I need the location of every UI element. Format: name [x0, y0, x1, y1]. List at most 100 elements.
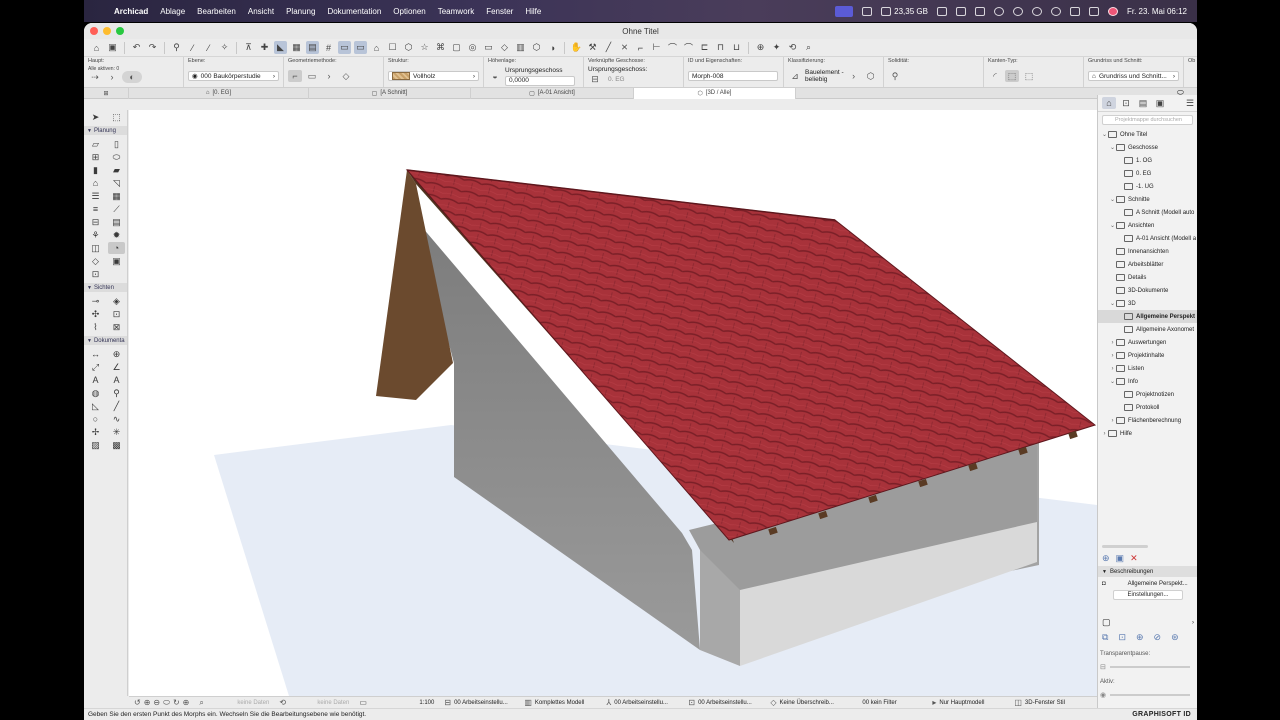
- menu-planung[interactable]: Planung: [280, 7, 321, 16]
- layers-icon[interactable]: ☐: [386, 41, 399, 54]
- tree-item[interactable]: -1. UG: [1098, 180, 1197, 193]
- tree-item[interactable]: 0. EG: [1098, 167, 1197, 180]
- skylight-tool-icon[interactable]: ▣: [108, 255, 125, 267]
- dimension-tool-icon[interactable]: ↔: [87, 348, 104, 360]
- tree-item[interactable]: Allgemeine Perspekt: [1098, 310, 1197, 323]
- edge-hidden-icon[interactable]: ⬚: [1022, 70, 1036, 82]
- tree-item[interactable]: Protokoll: [1098, 401, 1197, 414]
- ramp-tool-icon[interactable]: ⟋: [108, 203, 125, 215]
- disclosure-icon[interactable]: ⌄: [1109, 222, 1116, 229]
- trace-move-icon[interactable]: ⊕: [1136, 632, 1144, 643]
- lock-icon[interactable]: ⌂: [370, 41, 383, 54]
- mail-icon[interactable]: [974, 6, 985, 16]
- gravity-icon[interactable]: ▤: [306, 41, 319, 54]
- layout-book-icon[interactable]: ▤: [1136, 97, 1150, 109]
- hotspot-tool-icon[interactable]: ✢: [87, 426, 104, 438]
- menu-ablage[interactable]: Ablage: [154, 7, 191, 16]
- fillet-icon[interactable]: ⌒: [666, 41, 679, 54]
- toolbox-planung-header[interactable]: ▼ Planung: [84, 126, 127, 135]
- tree-item[interactable]: Innenansichten: [1098, 245, 1197, 258]
- storage-indicator[interactable]: 23,35 GB: [881, 6, 928, 16]
- classification-select[interactable]: ⊿ Bauelement - beliebig › ⬡: [788, 66, 879, 86]
- syringe-icon[interactable]: ⁄: [202, 41, 215, 54]
- polyline-tool-icon[interactable]: ╱: [108, 400, 125, 412]
- pillar-tool-icon[interactable]: ▮: [87, 164, 104, 176]
- figure-tool-icon[interactable]: ▨: [87, 439, 104, 451]
- home-story-value[interactable]: 0. EG: [608, 76, 625, 83]
- arrange-icon[interactable]: ⊕: [754, 41, 767, 54]
- beschreibungen-header[interactable]: ▼ Beschreibungen: [1098, 566, 1197, 577]
- section-tool-icon[interactable]: ⊸: [87, 295, 104, 307]
- wall-icon[interactable]: ◐: [122, 71, 142, 83]
- tree-item[interactable]: Details: [1098, 271, 1197, 284]
- disclosure-icon[interactable]: ⌄: [1109, 144, 1116, 151]
- tree-item[interactable]: › Projektinhalte: [1098, 349, 1197, 362]
- renovation-filter-select[interactable]: 00 kein Filter: [857, 700, 927, 706]
- trace-icon[interactable]: ✚: [258, 41, 271, 54]
- scale-field[interactable]: ▭ 1:100: [354, 698, 439, 707]
- align-icon[interactable]: ⊓: [714, 41, 727, 54]
- tab-section[interactable]: ▢ [A Schnitt]: [309, 87, 471, 99]
- circle-tool-icon[interactable]: ○: [87, 413, 104, 425]
- structure-display-select[interactable]: ▥ Komplettes Modell: [519, 698, 601, 707]
- disclosure-icon[interactable]: ›: [1101, 431, 1108, 437]
- maximize-window-button[interactable]: [116, 27, 124, 35]
- split-icon[interactable]: ⊢: [650, 41, 663, 54]
- layer-select[interactable]: ◉ 000 Baukörperstudie ›: [188, 71, 279, 81]
- menu-optionen[interactable]: Optionen: [387, 7, 431, 16]
- screen-record-icon[interactable]: [835, 5, 854, 17]
- wifi-icon[interactable]: [1050, 6, 1061, 16]
- undo-icon[interactable]: ↶: [130, 41, 143, 54]
- marquee-tool-icon[interactable]: ⬚: [108, 111, 125, 123]
- minimize-window-button[interactable]: [103, 27, 111, 35]
- pen-set-select[interactable]: ⅄ 00 Arbeitseinstellu...: [601, 698, 683, 707]
- column-tool-icon[interactable]: ▯: [108, 138, 125, 150]
- selection-arrow-icon[interactable]: ⇢: [88, 71, 102, 83]
- menu-dokumentation[interactable]: Dokumentation: [321, 7, 387, 16]
- menu-ansicht[interactable]: Ansicht: [242, 7, 280, 16]
- marker-tool-icon[interactable]: ⚲: [108, 387, 125, 399]
- 3d-window-icon[interactable]: ⬡: [530, 41, 543, 54]
- arrow-tool-icon[interactable]: ➤: [87, 111, 104, 123]
- tab-3d[interactable]: ⬡ [3D / Alle]: [634, 87, 796, 99]
- orbit-icon[interactable]: ◑: [546, 41, 559, 54]
- tab-floorplan[interactable]: ⌂ [0. EG]: [129, 87, 309, 99]
- curve-icon[interactable]: ⌒: [682, 41, 695, 54]
- lamp-tool-icon[interactable]: ✹: [108, 229, 125, 241]
- material-select[interactable]: Vollholz ›: [388, 71, 479, 81]
- text-tool-icon[interactable]: A: [87, 374, 104, 386]
- disclosure-icon[interactable]: ⌄: [1109, 300, 1116, 307]
- detail-tool-icon[interactable]: ⌇: [87, 321, 104, 333]
- shield-icon[interactable]: [993, 6, 1004, 16]
- wall-tool-icon[interactable]: ▱: [87, 138, 104, 150]
- tree-item[interactable]: Arbeitsblätter: [1098, 258, 1197, 271]
- model-view-select[interactable]: ⊡ 00 Arbeitseinstellu...: [683, 698, 765, 707]
- tree-item[interactable]: 3D-Dokumente: [1098, 284, 1197, 297]
- door-tool-icon[interactable]: ◫: [87, 242, 104, 254]
- elevation-tool-icon[interactable]: ◈: [108, 295, 125, 307]
- tree-item[interactable]: › Auswertungen: [1098, 336, 1197, 349]
- pan-icon[interactable]: ↻: [173, 698, 180, 707]
- project-map-icon[interactable]: ⌂: [1102, 97, 1116, 109]
- worksheet-tool-icon[interactable]: ⊡: [108, 308, 125, 320]
- level-dimension-icon[interactable]: ⊕: [108, 348, 125, 360]
- cube-icon[interactable]: ⬡: [402, 41, 415, 54]
- zoom-in-icon[interactable]: ⊕: [144, 698, 151, 707]
- transparentpause-slider[interactable]: ⊟: [1098, 661, 1197, 673]
- floorplan-icon[interactable]: ⌘: [434, 41, 447, 54]
- grid-tool-icon[interactable]: ✳: [108, 426, 125, 438]
- spline-tool-icon[interactable]: ∿: [108, 413, 125, 425]
- navigator-search-input[interactable]: Projektmappe durchsuchen: [1102, 115, 1193, 125]
- interior-elevation-icon[interactable]: ▭: [482, 41, 495, 54]
- delete-view-icon[interactable]: ✕: [1130, 553, 1138, 564]
- disclosure-icon[interactable]: ⌄: [1109, 196, 1116, 203]
- polyline-method-icon[interactable]: ⌐: [288, 70, 302, 82]
- close-window-button[interactable]: [90, 27, 98, 35]
- tag-icon[interactable]: ◇: [498, 41, 511, 54]
- angle-dimension-icon[interactable]: ∠: [108, 361, 125, 373]
- rectangle-method-icon[interactable]: ▭: [305, 70, 319, 82]
- line-icon[interactable]: ╱: [602, 41, 615, 54]
- slab-tool-icon[interactable]: ⬭: [108, 151, 125, 163]
- clone-view-icon[interactable]: ▣: [1116, 553, 1125, 564]
- trim-icon[interactable]: ⌐: [634, 41, 647, 54]
